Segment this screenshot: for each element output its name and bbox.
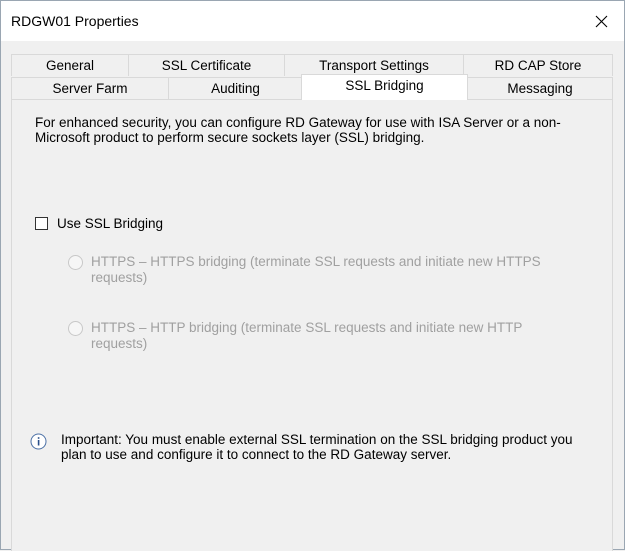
- title-bar: RDGW01 Properties: [1, 1, 624, 41]
- info-icon: [30, 433, 47, 450]
- https-http-label: HTTPS – HTTP bridging (terminate SSL req…: [91, 320, 523, 351]
- https-https-bridging-option[interactable]: HTTPS – HTTPS bridging (terminate SSL re…: [68, 254, 568, 286]
- use-ssl-bridging-label: Use SSL Bridging: [57, 216, 164, 231]
- tab-messaging[interactable]: Messaging: [467, 77, 613, 99]
- tab-server-farm[interactable]: Server Farm: [11, 77, 169, 99]
- https-https-label: HTTPS – HTTPS bridging (terminate SSL re…: [91, 254, 541, 285]
- properties-dialog: RDGW01 Properties General SSL Certificat…: [0, 0, 625, 551]
- close-button[interactable]: [578, 1, 624, 41]
- https-http-bridging-option[interactable]: HTTPS – HTTP bridging (terminate SSL req…: [68, 320, 568, 352]
- use-ssl-bridging-checkbox[interactable]: [35, 217, 48, 230]
- tab-transport-settings[interactable]: Transport Settings: [284, 54, 464, 76]
- important-notice: Important: You must enable external SSL …: [30, 432, 590, 462]
- tab-ssl-bridging[interactable]: SSL Bridging: [301, 74, 468, 100]
- tab-auditing[interactable]: Auditing: [168, 77, 303, 99]
- important-notice-text: Important: You must enable external SSL …: [61, 432, 573, 462]
- use-ssl-bridging-checkbox-row[interactable]: Use SSL Bridging: [35, 216, 163, 231]
- tab-ssl-certificate[interactable]: SSL Certificate: [128, 54, 285, 76]
- https-https-radio[interactable]: [68, 255, 83, 270]
- https-http-radio[interactable]: [68, 321, 83, 336]
- panel-description: For enhanced security, you can configure…: [35, 115, 561, 145]
- window-title: RDGW01 Properties: [11, 13, 139, 29]
- tab-general[interactable]: General: [11, 54, 129, 76]
- tab-rd-cap-store[interactable]: RD CAP Store: [463, 54, 613, 76]
- ssl-bridging-panel: For enhanced security, you can configure…: [11, 99, 613, 551]
- close-icon: [595, 15, 607, 27]
